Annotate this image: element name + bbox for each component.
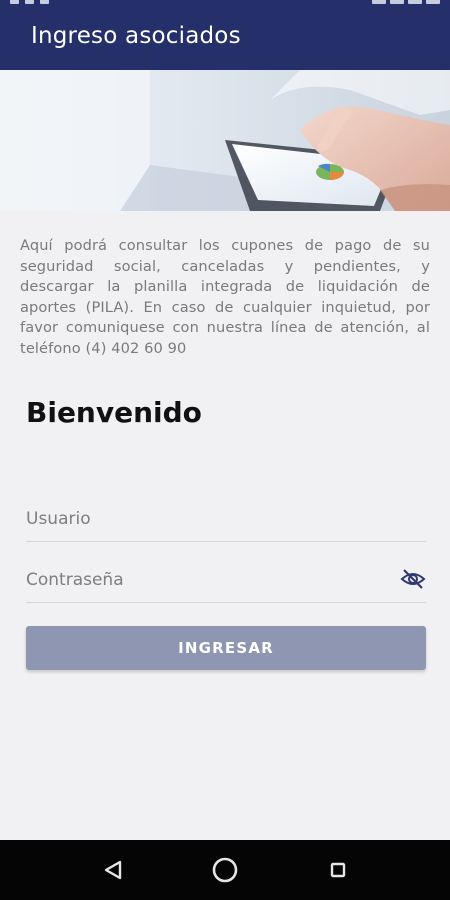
password-field	[26, 541, 426, 603]
intro-text: Aquí podrá consultar los cupones de pago…	[20, 237, 430, 357]
welcome-title: Bienvenido	[26, 396, 202, 429]
password-input[interactable]	[26, 570, 386, 590]
username-input[interactable]	[26, 509, 386, 529]
recent-apps-icon[interactable]	[322, 854, 354, 886]
hero-image	[0, 70, 450, 211]
login-button[interactable]: INGRESAR	[26, 626, 426, 670]
back-icon[interactable]	[98, 854, 130, 886]
eye-off-icon[interactable]	[400, 568, 426, 590]
username-field	[26, 480, 426, 542]
tablet-photo-illustration	[0, 70, 450, 211]
status-notification-icons	[10, 0, 49, 4]
status-bar	[0, 0, 450, 8]
app-title: Ingreso asociados	[31, 23, 241, 49]
home-icon[interactable]	[209, 854, 241, 886]
status-system-icons	[372, 0, 440, 4]
app-bar: Ingreso asociados	[0, 8, 450, 70]
system-nav-bar	[0, 840, 450, 900]
